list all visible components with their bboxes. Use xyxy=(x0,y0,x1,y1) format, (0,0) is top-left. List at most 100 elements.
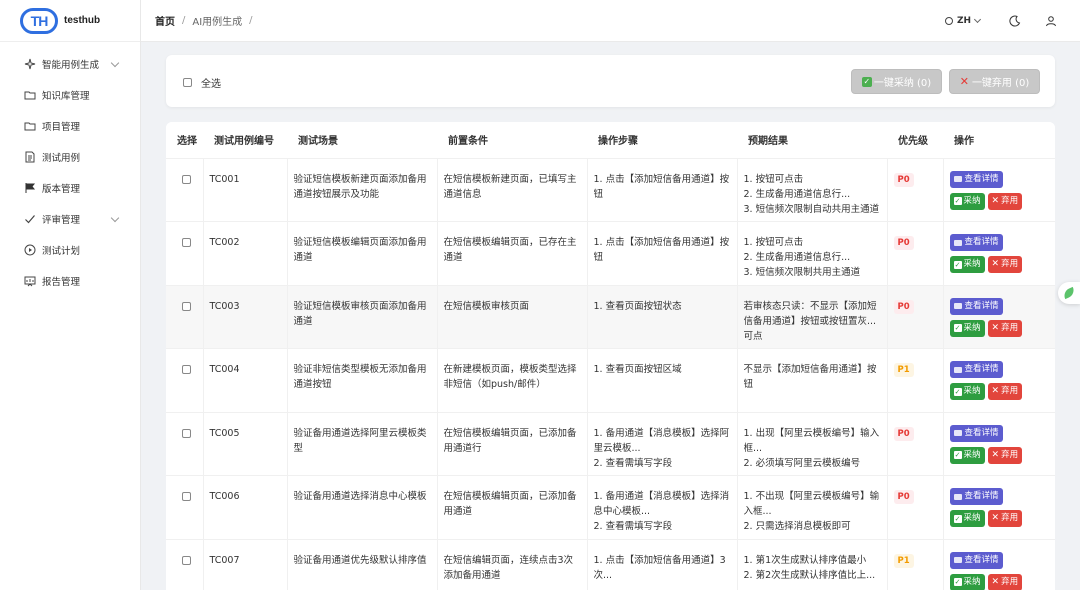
steps-cell: 1. 备用通道【消息模板】选择阿里云模板... 2. 查看需填写字段 xyxy=(587,412,738,476)
document-icon xyxy=(24,151,36,163)
logo[interactable]: TH testhub xyxy=(0,0,140,42)
action-group: ✓ 采纳 ✕ 弃用 xyxy=(949,192,1049,210)
language-switcher[interactable]: ZH xyxy=(944,15,982,26)
case-id: TC001 xyxy=(203,158,288,222)
column-header: 操作步骤 xyxy=(587,122,737,159)
accept-label: 采纳 xyxy=(963,322,981,333)
accept-button[interactable]: ✓ 采纳 xyxy=(949,510,985,527)
table-row[interactable]: TC007 验证备用通道优先级默认排序值 在短信编辑页面，连续点击3次添加备用通道 1… xyxy=(166,539,1055,590)
accept-button[interactable]: ✓ 采纳 xyxy=(949,383,985,400)
select-all-checkbox[interactable] xyxy=(183,78,192,87)
test-case-table: 选择 测试用例编号 测试场景 前置条件 操作步骤 预期结果 优先级 操作 TC0… xyxy=(166,122,1055,590)
row-checkbox[interactable] xyxy=(182,492,191,501)
step-line: 2. 查看需填写字段 xyxy=(593,457,673,469)
play-circle-icon xyxy=(24,244,36,256)
view-detail-button[interactable]: 查看详情 xyxy=(949,551,1003,569)
accept-button[interactable]: ✓ 采纳 xyxy=(949,573,985,590)
table-row[interactable]: TC001 验证短信模板新建页面添加备用通道按钮展示及功能 在短信模板新建页面，已填… xyxy=(166,158,1055,222)
leaf-icon xyxy=(1061,286,1077,300)
scenario-cell: 验证备用通道选择阿里云模板类型 xyxy=(287,412,438,476)
step-line: 2. 查看需填写字段 xyxy=(593,521,673,532)
assistant-fab[interactable] xyxy=(1058,282,1080,304)
table-row[interactable]: TC004 验证非短信类型模板无添加备用通道按钮 在新建模板页面，模板类型选择非短信… xyxy=(166,348,1055,413)
reject-button[interactable]: ✕ 弃用 xyxy=(987,446,1023,464)
reject-button[interactable]: ✕ 弃用 xyxy=(987,319,1023,337)
expected-cell: 不显示【添加短信备用通道】按钮 xyxy=(737,348,888,413)
book-icon xyxy=(953,176,962,182)
reject-button[interactable]: ✕ 弃用 xyxy=(987,192,1023,210)
row-checkbox[interactable] xyxy=(182,238,191,247)
scenario-cell: 验证备用通道优先级默认排序值 xyxy=(287,539,438,590)
scenario-cell: 验证备用通道选择消息中心模板 xyxy=(287,475,438,540)
sidebar-item-label: 报告管理 xyxy=(42,276,81,288)
accept-button[interactable]: ✓ 采纳 xyxy=(949,319,985,337)
row-checkbox[interactable] xyxy=(182,555,191,565)
row-checkbox[interactable] xyxy=(182,365,191,374)
accept-all-button[interactable]: ✓ 一键采纳 (0) xyxy=(851,69,942,94)
row-checkbox[interactable] xyxy=(182,174,191,184)
test-case-table-card: 选择 测试用例编号 测试场景 前置条件 操作步骤 预期结果 优先级 操作 TC0… xyxy=(166,122,1055,590)
folder-icon xyxy=(24,89,36,101)
row-checkbox[interactable] xyxy=(182,301,191,311)
accept-button[interactable]: ✓ 采纳 xyxy=(949,446,985,464)
expected-line: 2. 生成备用通道信息行... xyxy=(743,188,851,200)
sidebar-item-test-plan[interactable]: 测试计划 xyxy=(0,234,140,265)
row-checkbox[interactable] xyxy=(182,428,191,438)
table-row[interactable]: TC006 验证备用通道选择消息中心模板 在短信模板编辑页面，已添加备用通道 1. 备… xyxy=(166,475,1055,540)
close-icon: ✕ xyxy=(991,576,1000,587)
sidebar-item-version[interactable]: 版本管理 xyxy=(0,172,140,203)
check-icon: ✓ xyxy=(953,451,962,459)
expected-cell: 1. 出现【阿里云模板编号】输入框... 2. 必须填写阿里云模板编号 xyxy=(737,412,888,476)
expected-line: 1. 出现【阿里云模板编号】输入框... xyxy=(743,427,880,454)
reject-all-button[interactable]: ✕ 一键弃用 (0) xyxy=(949,69,1040,94)
chevron-down-icon xyxy=(110,213,120,223)
accept-button[interactable]: ✓ 采纳 xyxy=(949,256,985,273)
scenario-text: 验证备用通道选择消息中心模板 xyxy=(293,491,427,502)
sidebar-item-test-cases[interactable]: 测试用例 xyxy=(0,141,140,172)
expected-line: 1. 按钮可点击 xyxy=(743,237,804,248)
chevron-down-icon xyxy=(973,15,982,24)
breadcrumb-home[interactable]: 首页 xyxy=(155,13,175,28)
view-detail-button[interactable]: 查看详情 xyxy=(949,488,1003,505)
sidebar-item-project[interactable]: 项目管理 xyxy=(0,110,140,141)
view-detail-button[interactable]: 查看详情 xyxy=(949,170,1003,188)
top-header: 首页 / AI用例生成 / ZH xyxy=(141,0,1080,42)
accept-button[interactable]: ✓ 采纳 xyxy=(949,192,985,210)
precondition-text: 在短信模板编辑页面，已添加备用通道行 xyxy=(443,427,577,454)
sidebar-item-knowledge-base[interactable]: 知识库管理 xyxy=(0,79,140,110)
steps-cell: 1. 查看页面按钮区域 xyxy=(587,348,738,413)
row-select-cell xyxy=(166,348,204,413)
expected-list: 1. 按钮可点击 2. 生成备用通道信息行... 3. 短信频次限制共用主通道 xyxy=(744,235,881,280)
reject-button[interactable]: ✕ 弃用 xyxy=(987,573,1023,590)
sidebar-item-ai-case-generation[interactable]: 智能用例生成 xyxy=(0,48,140,79)
check-icon: ✓ xyxy=(953,260,962,269)
sidebar-item-review[interactable]: 评审管理 xyxy=(0,203,140,234)
view-detail-button[interactable]: 查看详情 xyxy=(949,361,1003,378)
table-row[interactable]: TC005 验证备用通道选择阿里云模板类型 在短信模板编辑页面，已添加备用通道行 1.… xyxy=(166,412,1055,476)
moon-icon[interactable] xyxy=(1008,14,1022,28)
user-icon[interactable] xyxy=(1044,14,1058,28)
column-header: 优先级 xyxy=(887,122,943,159)
sidebar-item-reports[interactable]: 报告管理 xyxy=(0,265,140,296)
reject-button[interactable]: ✕ 弃用 xyxy=(987,383,1023,400)
scenario-cell: 验证短信模板新建页面添加备用通道按钮展示及功能 xyxy=(287,158,438,222)
reject-label: 弃用 xyxy=(1001,576,1019,587)
reject-button[interactable]: ✕ 弃用 xyxy=(987,256,1023,273)
steps-list: 1. 点击【添加短信备用通道】按钮 xyxy=(594,235,731,265)
step-line: 1. 点击【添加短信备用通道】3次... xyxy=(593,554,726,581)
case-id: TC005 xyxy=(203,412,288,476)
breadcrumb-current[interactable]: AI用例生成 xyxy=(192,13,242,28)
precondition-cell: 在短信模板新建页面，已填写主通道信息 xyxy=(437,158,588,222)
table-row[interactable]: TC002 验证短信模板编辑页面添加备用通道 在短信模板编辑页面，已存在主通道 1. … xyxy=(166,221,1055,286)
select-all[interactable]: 全选 xyxy=(183,75,221,90)
view-detail-button[interactable]: 查看详情 xyxy=(949,297,1003,315)
case-id: TC004 xyxy=(203,348,288,413)
table-row[interactable]: TC003 验证短信模板审核页面添加备用通道 在短信模板审核页面 1. 查看页面按钮状… xyxy=(166,285,1055,349)
scenario-text: 验证短信模板审核页面添加备用通道 xyxy=(293,300,427,327)
view-detail-button[interactable]: 查看详情 xyxy=(949,234,1003,251)
steps-cell: 1. 点击【添加短信备用通道】按钮 xyxy=(587,158,738,222)
reject-button[interactable]: ✕ 弃用 xyxy=(987,510,1023,527)
view-detail-button[interactable]: 查看详情 xyxy=(949,424,1003,442)
step-line: 1. 查看页面按钮状态 xyxy=(593,300,682,312)
priority-badge: P0 xyxy=(893,490,914,504)
